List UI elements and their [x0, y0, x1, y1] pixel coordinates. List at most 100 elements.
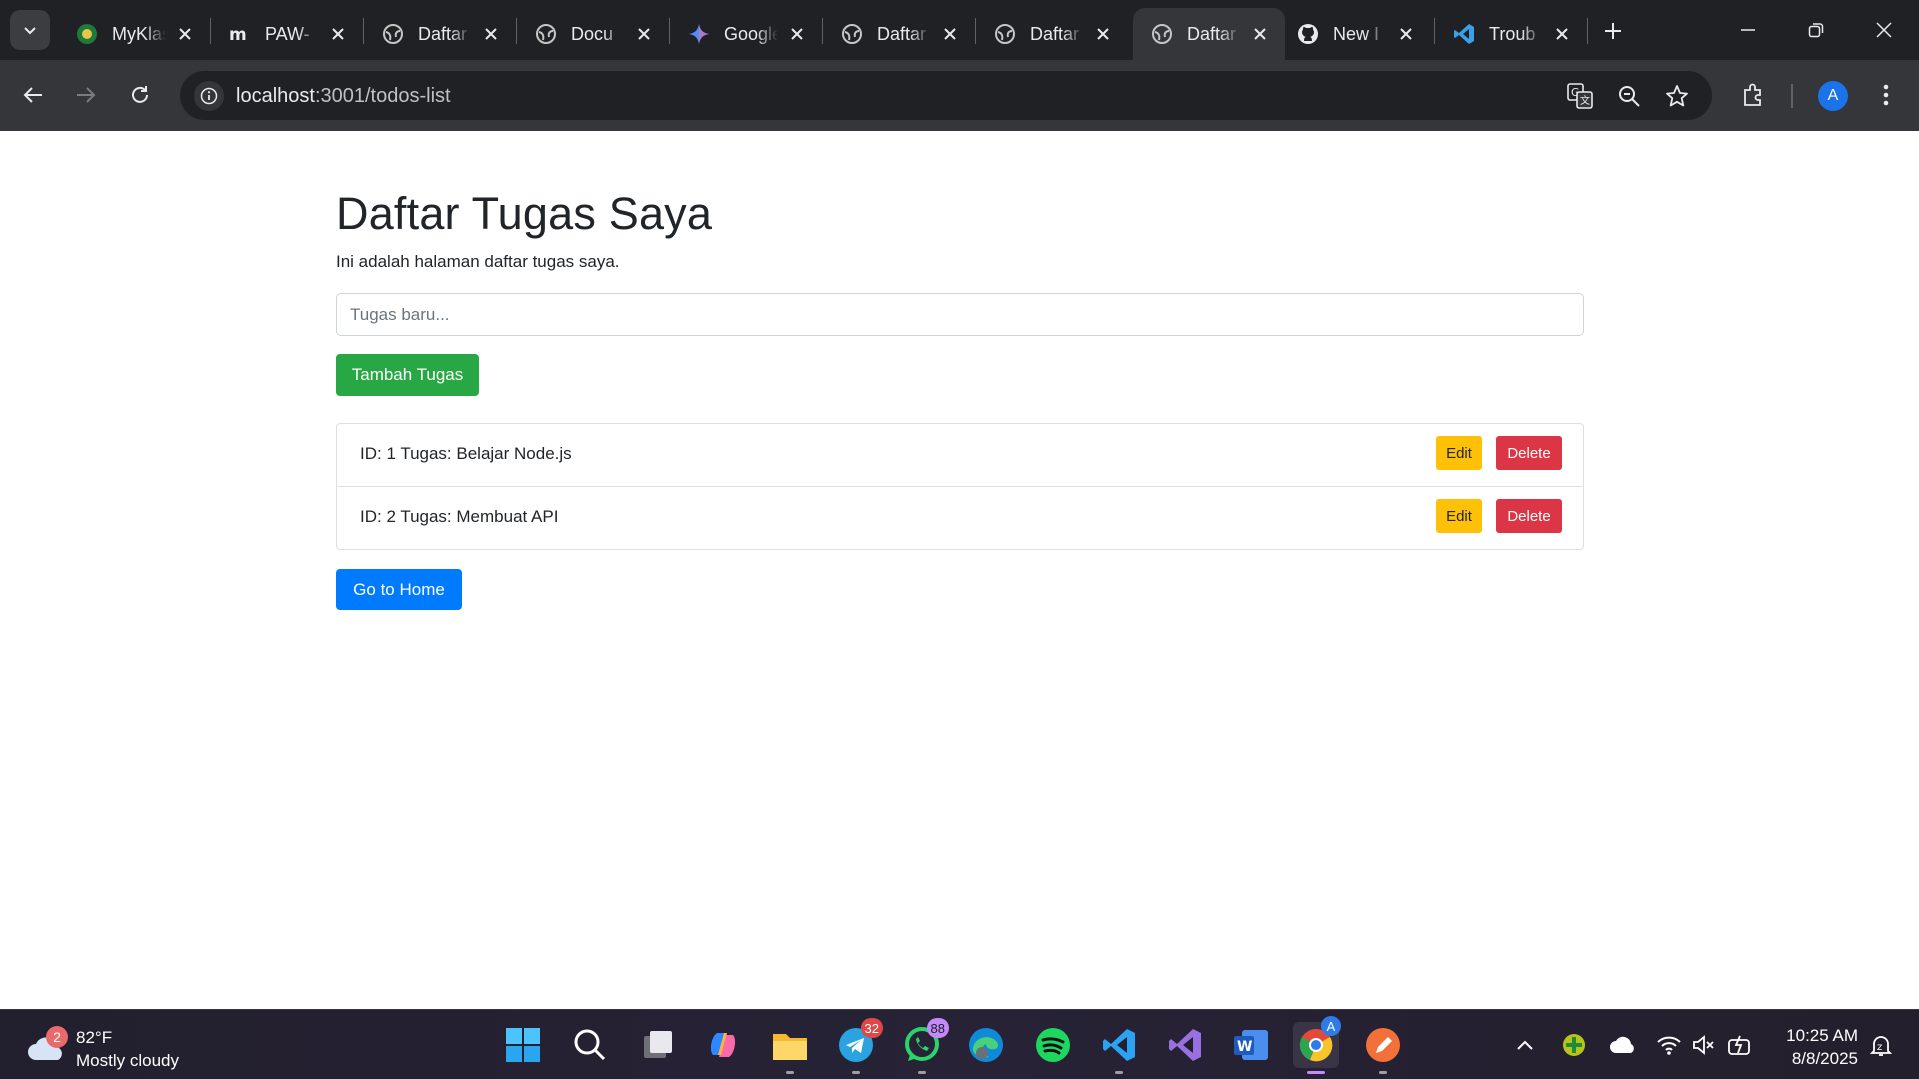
address-bar[interactable]: localhost:3001/todos-list G文: [180, 71, 1712, 120]
windows-taskbar: 2 82°F Mostly cloudy 32 88 W A 10:25 AM …: [0, 1009, 1919, 1079]
svg-text:z: z: [1877, 1042, 1882, 1053]
close-tab-icon[interactable]: [939, 23, 961, 45]
notifications-icon[interactable]: z: [1866, 1030, 1896, 1060]
word-button[interactable]: W: [1228, 1022, 1274, 1068]
new-task-input[interactable]: [336, 293, 1584, 336]
bookmark-star-icon[interactable]: [1664, 83, 1690, 109]
tab-search-button[interactable]: [10, 10, 50, 50]
task-view-icon: [644, 1031, 672, 1058]
tab-myklass[interactable]: MyKlass: [58, 8, 210, 60]
zoom-icon[interactable]: [1616, 83, 1642, 109]
globe-favicon: [1151, 23, 1173, 45]
tab-docu[interactable]: Docu: [517, 8, 669, 60]
tab-daftar-1[interactable]: Daftar: [364, 8, 516, 60]
clock-time: 10:25 AM: [1786, 1026, 1858, 1045]
weather-condition: Mostly cloudy: [76, 1051, 179, 1070]
running-indicator: [786, 1071, 794, 1074]
add-task-button[interactable]: Tambah Tugas: [336, 354, 479, 396]
url-text[interactable]: localhost:3001/todos-list: [236, 85, 451, 108]
folder-icon: [773, 1034, 807, 1060]
weather-badge: 2: [46, 1026, 68, 1048]
pencil-app-icon: [1366, 1028, 1400, 1062]
pencil-app-button[interactable]: [1360, 1022, 1406, 1074]
telegram-unread-badge: 32: [860, 1018, 883, 1038]
close-tab-icon[interactable]: [786, 23, 808, 45]
forward-button[interactable]: [67, 76, 105, 114]
edge-button[interactable]: [963, 1022, 1009, 1068]
wifi-icon[interactable]: [1654, 1030, 1684, 1060]
tab-daftar-2[interactable]: Daftar: [823, 8, 975, 60]
delete-button[interactable]: Delete: [1496, 436, 1562, 470]
todo-item: ID: 1 Tugas: Belajar Node.js Edit Delete: [337, 424, 1583, 486]
url-path: :3001/todos-list: [314, 85, 451, 107]
gemini-favicon: [688, 23, 710, 45]
close-tab-icon[interactable]: [1395, 23, 1417, 45]
profile-avatar[interactable]: A: [1818, 81, 1848, 111]
weather-widget[interactable]: 2 82°F Mostly cloudy: [26, 1022, 206, 1070]
whatsapp-unread-badge: 88: [926, 1018, 949, 1038]
reload-button[interactable]: [121, 76, 159, 114]
restore-button[interactable]: [1788, 8, 1844, 52]
moodle-favicon: m: [229, 23, 251, 45]
copilot-icon: [710, 1033, 736, 1057]
tab-label: New I: [1333, 23, 1380, 44]
reload-icon: [132, 86, 148, 103]
chrome-profile-badge: A: [1321, 1016, 1341, 1036]
active-indicator: [1307, 1071, 1325, 1074]
github-favicon: [1297, 23, 1319, 45]
edit-button[interactable]: Edit: [1436, 436, 1482, 470]
chrome-button[interactable]: A: [1293, 1016, 1341, 1074]
edge-icon: [969, 1028, 1003, 1062]
edit-button[interactable]: Edit: [1436, 499, 1482, 533]
copilot-button[interactable]: [700, 1022, 746, 1068]
close-tab-icon[interactable]: [633, 23, 655, 45]
tab-daftar-3[interactable]: Daftar: [976, 8, 1128, 60]
start-button[interactable]: [500, 1022, 546, 1068]
tab-daftar-active[interactable]: Daftar: [1133, 8, 1285, 60]
todo-item-text: ID: 1 Tugas: Belajar Node.js: [360, 444, 572, 463]
search-button[interactable]: [567, 1022, 613, 1068]
translate-icon[interactable]: G文: [1567, 83, 1593, 109]
battery-charging-icon[interactable]: [1725, 1030, 1755, 1060]
todo-item-text: ID: 2 Tugas: Membuat API: [360, 507, 559, 526]
vscode-button[interactable]: [1096, 1022, 1142, 1074]
close-tab-icon[interactable]: [1092, 23, 1114, 45]
page-viewport: Daftar Tugas Saya Ini adalah halaman daf…: [0, 131, 1919, 1009]
onedrive-icon[interactable]: [1608, 1030, 1638, 1060]
minimize-button[interactable]: [1720, 8, 1776, 52]
visual-studio-button[interactable]: [1162, 1022, 1208, 1068]
tab-label: Daftar: [1030, 23, 1080, 44]
site-info-icon[interactable]: [194, 81, 224, 111]
new-tab-button[interactable]: [1596, 14, 1630, 48]
show-hidden-icons-button[interactable]: [1510, 1030, 1540, 1060]
whatsapp-button[interactable]: 88: [899, 1018, 949, 1074]
go-home-button[interactable]: Go to Home: [336, 569, 462, 610]
close-tab-icon[interactable]: [1551, 23, 1573, 45]
running-indicator: [918, 1071, 926, 1074]
back-button[interactable]: [14, 76, 52, 114]
tab-github[interactable]: New I: [1279, 8, 1431, 60]
chevron-up-icon: [1517, 1040, 1533, 1050]
close-window-button[interactable]: [1856, 8, 1912, 52]
extensions-icon[interactable]: [1736, 77, 1772, 113]
close-tab-icon[interactable]: [174, 23, 196, 45]
close-tab-icon[interactable]: [480, 23, 502, 45]
telegram-button[interactable]: 32: [833, 1018, 883, 1074]
file-explorer-button[interactable]: [767, 1022, 813, 1074]
volume-muted-icon[interactable]: [1689, 1030, 1719, 1060]
tab-label: Daftar: [1187, 23, 1237, 44]
tray-app-icon[interactable]: [1559, 1030, 1589, 1060]
page-subtitle: Ini adalah halaman daftar tugas saya.: [336, 252, 620, 271]
more-menu-icon[interactable]: [1868, 77, 1904, 113]
close-tab-icon[interactable]: [327, 23, 349, 45]
system-clock[interactable]: 10:25 AM 8/8/2025: [1774, 1024, 1858, 1070]
close-tab-icon[interactable]: [1249, 23, 1271, 45]
tab-google[interactable]: Google: [670, 8, 822, 60]
task-view-button[interactable]: [635, 1022, 681, 1068]
tab-paw[interactable]: m PAW-: [211, 8, 363, 60]
delete-button[interactable]: Delete: [1496, 499, 1562, 533]
spotify-button[interactable]: [1030, 1022, 1076, 1068]
tab-troub[interactable]: Troub: [1435, 8, 1587, 60]
tab-label: MyKlass: [112, 23, 166, 44]
running-indicator: [1115, 1071, 1123, 1074]
